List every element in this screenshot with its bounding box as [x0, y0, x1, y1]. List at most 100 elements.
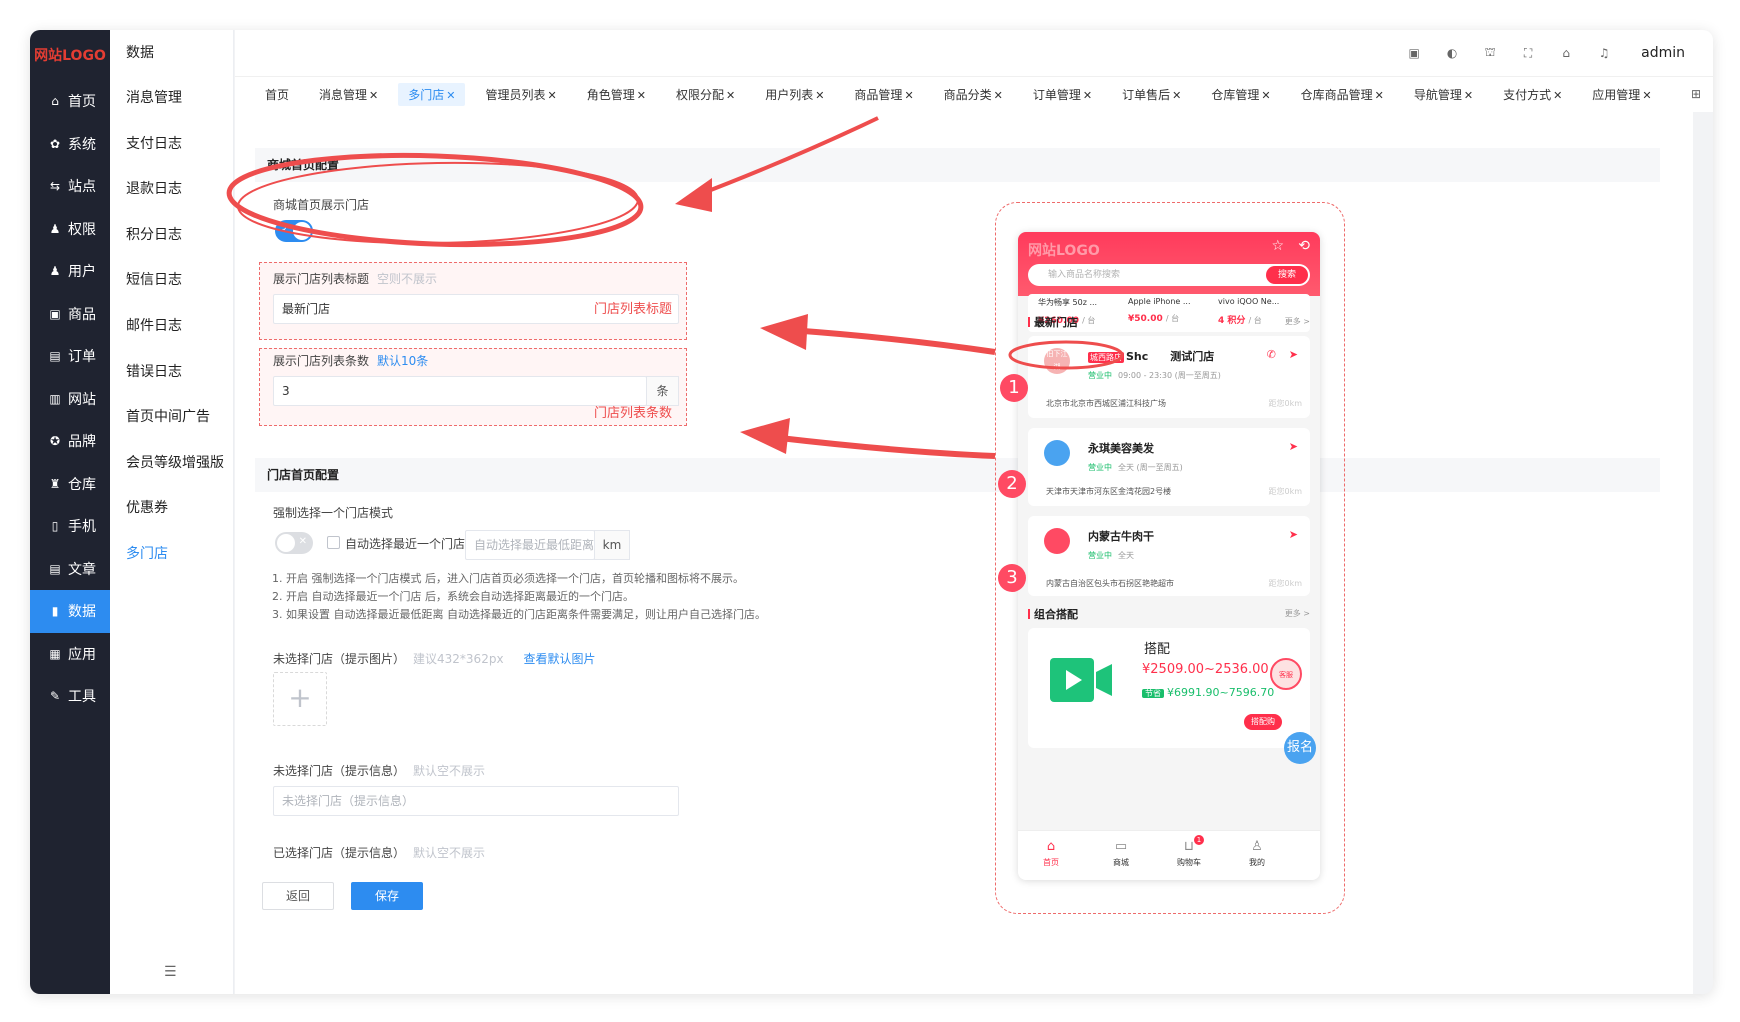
close-icon[interactable]: ✕ [548, 89, 557, 102]
nav-item[interactable]: ▤ 文章 [30, 548, 110, 591]
collapse-menu-icon[interactable]: ☰ [164, 964, 177, 980]
sub-sidebar-item[interactable]: 积分日志 [110, 213, 233, 259]
close-icon[interactable]: ✕ [446, 89, 455, 102]
nav-item[interactable]: ♟ 权限 [30, 208, 110, 251]
nav-item[interactable]: ♜ 仓库 [30, 463, 110, 506]
nav-item[interactable]: ⇆ 站点 [30, 165, 110, 208]
phone-tab[interactable]: ▭ 商城 [1096, 839, 1146, 868]
navigate-icon[interactable]: ➤ [1289, 348, 1298, 361]
page-tab[interactable]: 商品分类 ✕ [934, 83, 1013, 106]
page-tab[interactable]: 权限分配 ✕ [666, 83, 745, 106]
tabs-more-icon[interactable]: ⊞ [1691, 87, 1701, 101]
close-icon[interactable]: ✕ [369, 89, 378, 102]
report-floating-button[interactable]: 报名 [1284, 732, 1316, 764]
upload-image-button[interactable]: + [273, 672, 327, 726]
bell-icon[interactable]: ♫ [1597, 46, 1611, 60]
close-icon[interactable]: ✕ [637, 89, 646, 102]
nav-item[interactable]: ▦ 应用 [30, 633, 110, 676]
close-icon[interactable]: ✕ [1464, 89, 1473, 102]
close-icon[interactable]: ✕ [1083, 89, 1092, 102]
page-tab[interactable]: 订单管理 ✕ [1023, 83, 1102, 106]
nav-label: 文章 [68, 561, 96, 578]
close-icon[interactable]: ✕ [1261, 89, 1270, 102]
view-default-image-link[interactable]: 查看默认图片 [524, 652, 596, 666]
back-button[interactable]: 返回 [262, 882, 334, 910]
page-tab[interactable]: 仓库管理 ✕ [1201, 83, 1280, 106]
nav-item[interactable]: ▥ 网站 [30, 378, 110, 421]
force-select-toggle[interactable]: ✕ [275, 532, 313, 554]
show-store-toggle[interactable]: ✓ [275, 220, 313, 242]
close-icon[interactable]: ✕ [726, 89, 735, 102]
close-icon[interactable]: ✕ [994, 89, 1003, 102]
phone-tab[interactable]: ♙ 我的 [1232, 839, 1282, 868]
sub-sidebar-item[interactable]: 优惠券 [110, 486, 233, 532]
plugin-icon[interactable]: ⛫ [1483, 45, 1497, 60]
user-key-icon: ♟ [49, 221, 61, 236]
auto-distance-input[interactable]: 自动选择最近最低距离 [465, 530, 595, 560]
phone-search-button[interactable]: 搜索 [1266, 266, 1308, 284]
close-icon[interactable]: ✕ [1642, 89, 1651, 102]
store-card[interactable]: 旧下江湖 城西路店 Shc 测试门店 ✆ ➤ 营业中 09:00 - 23:30 (周… [1028, 336, 1310, 418]
star-icon[interactable]: ☆ [1271, 238, 1284, 254]
page-tab[interactable]: 首页 [255, 83, 299, 106]
page-tab[interactable]: 多门店 ✕ [398, 83, 466, 106]
customer-service-avatar[interactable]: 客服 [1270, 658, 1302, 690]
user-menu[interactable]: admin [1641, 45, 1685, 61]
close-icon[interactable]: ✕ [1172, 89, 1181, 102]
sub-sidebar-item[interactable]: 邮件日志 [110, 304, 233, 350]
page-tab[interactable]: 支付方式 ✕ [1493, 83, 1572, 106]
auto-select-checkbox[interactable] [327, 536, 340, 549]
save-button[interactable]: 保存 [351, 882, 423, 910]
store-card[interactable]: 永琪美容美发 ➤ 营业中 全天 (周一至周五) 天津市天津市河东区金湾花园2号楼 … [1028, 428, 1310, 506]
sub-sidebar-item[interactable]: 支付日志 [110, 122, 233, 168]
sub-sidebar-item[interactable]: 错误日志 [110, 350, 233, 396]
nav-item[interactable]: ✎ 工具 [30, 675, 110, 718]
phone-call-icon[interactable]: ✆ [1267, 348, 1276, 361]
sub-sidebar-item[interactable]: 消息管理 [110, 76, 233, 122]
fullscreen-icon[interactable]: ⛶ [1521, 46, 1535, 60]
goods-item[interactable]: Apple iPhone ... ¥50.00 / 台 [1128, 297, 1191, 324]
sub-sidebar-item[interactable]: 首页中间广告 [110, 395, 233, 441]
close-icon[interactable]: ✕ [815, 89, 824, 102]
sub-sidebar-item[interactable]: 会员等级增强版 [110, 441, 233, 487]
translate-icon[interactable]: ▣ [1407, 46, 1421, 60]
home-icon[interactable]: ⌂ [1559, 46, 1573, 60]
unselected-info-input[interactable]: 未选择门店（提示信息） [273, 786, 679, 816]
theme-icon[interactable]: ◐ [1445, 46, 1459, 60]
page-tab[interactable]: 应用管理 ✕ [1582, 83, 1661, 106]
nav-item[interactable]: ✿ 系统 [30, 123, 110, 166]
close-icon[interactable]: ✕ [1375, 89, 1384, 102]
phone-tab[interactable]: ⌂ 首页 [1026, 839, 1076, 868]
store-card[interactable]: 内蒙古牛肉干 ➤ 营业中 全天 内蒙古自治区包头市石拐区艳艳超市 距您0km [1028, 516, 1310, 596]
page-tab[interactable]: 管理员列表 ✕ [475, 83, 566, 106]
page-tab[interactable]: 导航管理 ✕ [1404, 83, 1483, 106]
page-tab[interactable]: 用户列表 ✕ [755, 83, 834, 106]
list-count-input[interactable]: 3 [273, 376, 647, 406]
combo-card[interactable]: 搭配 ¥2509.00~2536.00 节省 ¥6991.90~7596.70 搭… [1028, 628, 1310, 748]
page-tab[interactable]: 消息管理 ✕ [309, 83, 388, 106]
nav-item[interactable]: ▯ 手机 [30, 505, 110, 548]
page-tab[interactable]: 订单售后 ✕ [1112, 83, 1191, 106]
page-tab[interactable]: 角色管理 ✕ [577, 83, 656, 106]
phone-stores-more[interactable]: 更多 > [1285, 316, 1310, 327]
phone-combo-more[interactable]: 更多 > [1285, 608, 1310, 619]
sub-sidebar-item[interactable]: 短信日志 [110, 258, 233, 304]
nav-item[interactable]: ⌂ 首页 [30, 80, 110, 123]
page-tab[interactable]: 仓库商品管理 ✕ [1291, 83, 1394, 106]
nav-item[interactable]: ✪ 品牌 [30, 420, 110, 463]
nav-item[interactable]: ♟ 用户 [30, 250, 110, 293]
navigate-icon[interactable]: ➤ [1289, 528, 1298, 541]
nav-item[interactable]: ▣ 商品 [30, 293, 110, 336]
sub-sidebar-item[interactable]: 退款日志 [110, 167, 233, 213]
nav-item[interactable]: ▤ 订单 [30, 335, 110, 378]
nav-item[interactable]: ▮ 数据 [30, 590, 110, 633]
phone-tab[interactable]: ⊔ 购物车 1 [1164, 835, 1214, 868]
close-icon[interactable]: ✕ [1553, 89, 1562, 102]
navigate-icon[interactable]: ➤ [1289, 440, 1298, 453]
goods-item[interactable]: vivo iQOO Ne... 4 积分 / 台 [1218, 297, 1279, 326]
combo-buy-button[interactable]: 搭配购 [1244, 714, 1282, 730]
cart-icon[interactable]: ⟲ [1298, 238, 1310, 254]
page-tab[interactable]: 商品管理 ✕ [844, 83, 923, 106]
close-icon[interactable]: ✕ [904, 89, 913, 102]
sub-sidebar-item[interactable]: 多门店 [110, 532, 233, 578]
